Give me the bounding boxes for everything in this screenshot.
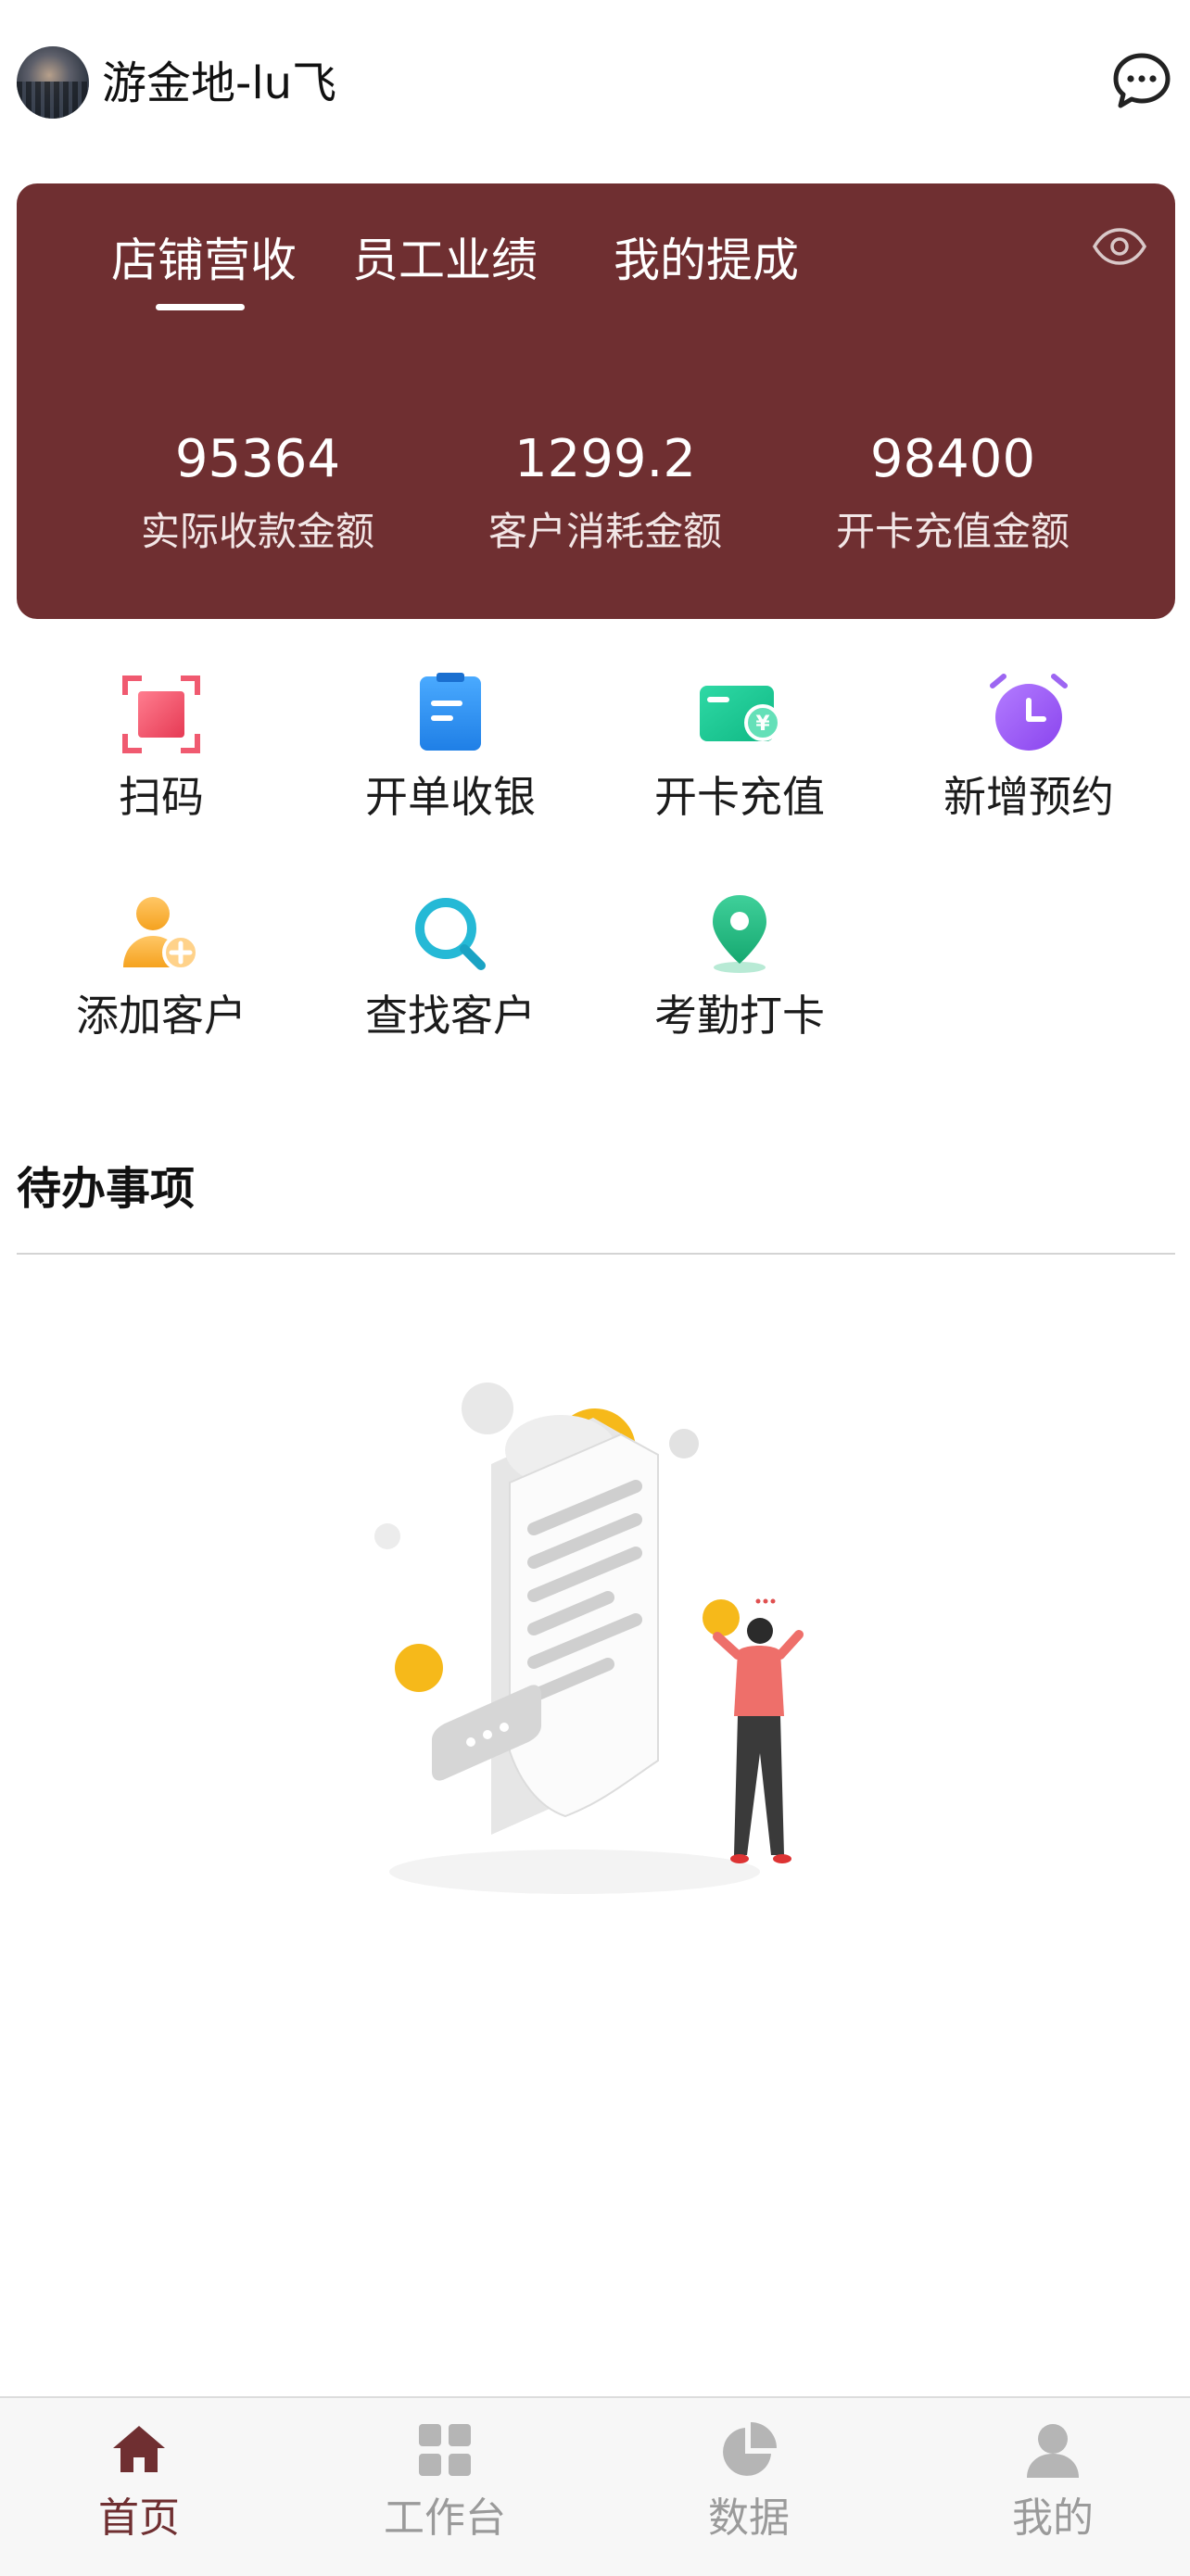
- home-icon: [113, 2426, 165, 2472]
- scan-icon: [122, 676, 200, 753]
- action-label: 添加客户: [76, 991, 247, 1041]
- action-open-order[interactable]: 开单收银: [311, 673, 589, 825]
- action-add-customer[interactable]: 添加客户: [22, 891, 300, 1043]
- action-label: 考勤打卡: [654, 991, 825, 1041]
- tab-store-revenue[interactable]: 店铺营收: [111, 228, 297, 293]
- tab-label: 首页: [98, 2494, 180, 2542]
- stat-value: 95364: [174, 429, 341, 489]
- username: 游金地-lu飞: [102, 57, 337, 109]
- document-icon: [420, 673, 481, 751]
- pie-chart-icon: [723, 2422, 777, 2476]
- eye-icon[interactable]: [1092, 226, 1147, 267]
- search-icon: [415, 898, 486, 970]
- alarm-clock-icon: [990, 674, 1068, 751]
- tab-workbench[interactable]: 工作台: [297, 2398, 593, 2576]
- stat-label: 客户消耗金额: [487, 509, 722, 554]
- top-header: 游金地-lu飞: [0, 0, 1190, 167]
- active-tab-indicator: [156, 304, 245, 310]
- divider: [17, 1253, 1175, 1255]
- action-label: 查找客户: [365, 991, 536, 1041]
- action-label: 扫码: [119, 772, 204, 822]
- location-pin-icon: [713, 895, 766, 973]
- action-label: 新增预约: [943, 772, 1114, 822]
- stat-actual-received: 95364 实际收款金额: [82, 424, 434, 560]
- avatar[interactable]: [17, 46, 89, 119]
- stat-value: 1299.2: [514, 429, 696, 489]
- stat-label: 实际收款金额: [140, 509, 374, 554]
- tab-mine[interactable]: 我的: [905, 2398, 1190, 2576]
- tab-label: 我的: [1012, 2494, 1094, 2542]
- tab-label: 工作台: [384, 2494, 506, 2542]
- stat-value: 98400: [869, 429, 1036, 489]
- tab-my-commission[interactable]: 我的提成: [614, 228, 799, 293]
- tab-staff-performance[interactable]: 员工业绩: [352, 228, 538, 293]
- empty-state-illustration: [374, 1383, 804, 1909]
- chat-bubble-icon[interactable]: [1108, 48, 1175, 115]
- add-user-icon: [123, 897, 199, 971]
- svg-text:¥: ¥: [755, 713, 770, 736]
- action-find-customer[interactable]: 查找客户: [311, 891, 589, 1043]
- action-new-appointment[interactable]: 新增预约: [890, 673, 1168, 825]
- action-attendance[interactable]: 考勤打卡: [601, 891, 879, 1043]
- stat-customer-consumption: 1299.2 客户消耗金额: [429, 424, 781, 560]
- grid-icon: [419, 2424, 471, 2476]
- tab-label: 数据: [708, 2494, 790, 2542]
- bottom-tab-bar: 首页 工作台 数据 我的: [0, 2396, 1190, 2576]
- stat-card-recharge: 98400 开卡充值金额: [777, 424, 1129, 560]
- action-card-recharge[interactable]: ¥ 开卡充值: [601, 673, 879, 825]
- tab-data[interactable]: 数据: [601, 2398, 897, 2576]
- tab-home[interactable]: 首页: [0, 2398, 287, 2576]
- card-recharge-icon: ¥: [700, 686, 781, 741]
- revenue-card: 店铺营收 员工业绩 我的提成 95364 实际收款金额 1299.2 客户消耗金…: [17, 183, 1175, 619]
- action-scan[interactable]: 扫码: [22, 673, 300, 825]
- action-label: 开单收银: [365, 772, 536, 822]
- user-icon: [1027, 2424, 1079, 2478]
- todo-section-title: 待办事项: [17, 1163, 196, 1215]
- stat-label: 开卡充值金额: [835, 509, 1070, 554]
- action-label: 开卡充值: [654, 772, 825, 822]
